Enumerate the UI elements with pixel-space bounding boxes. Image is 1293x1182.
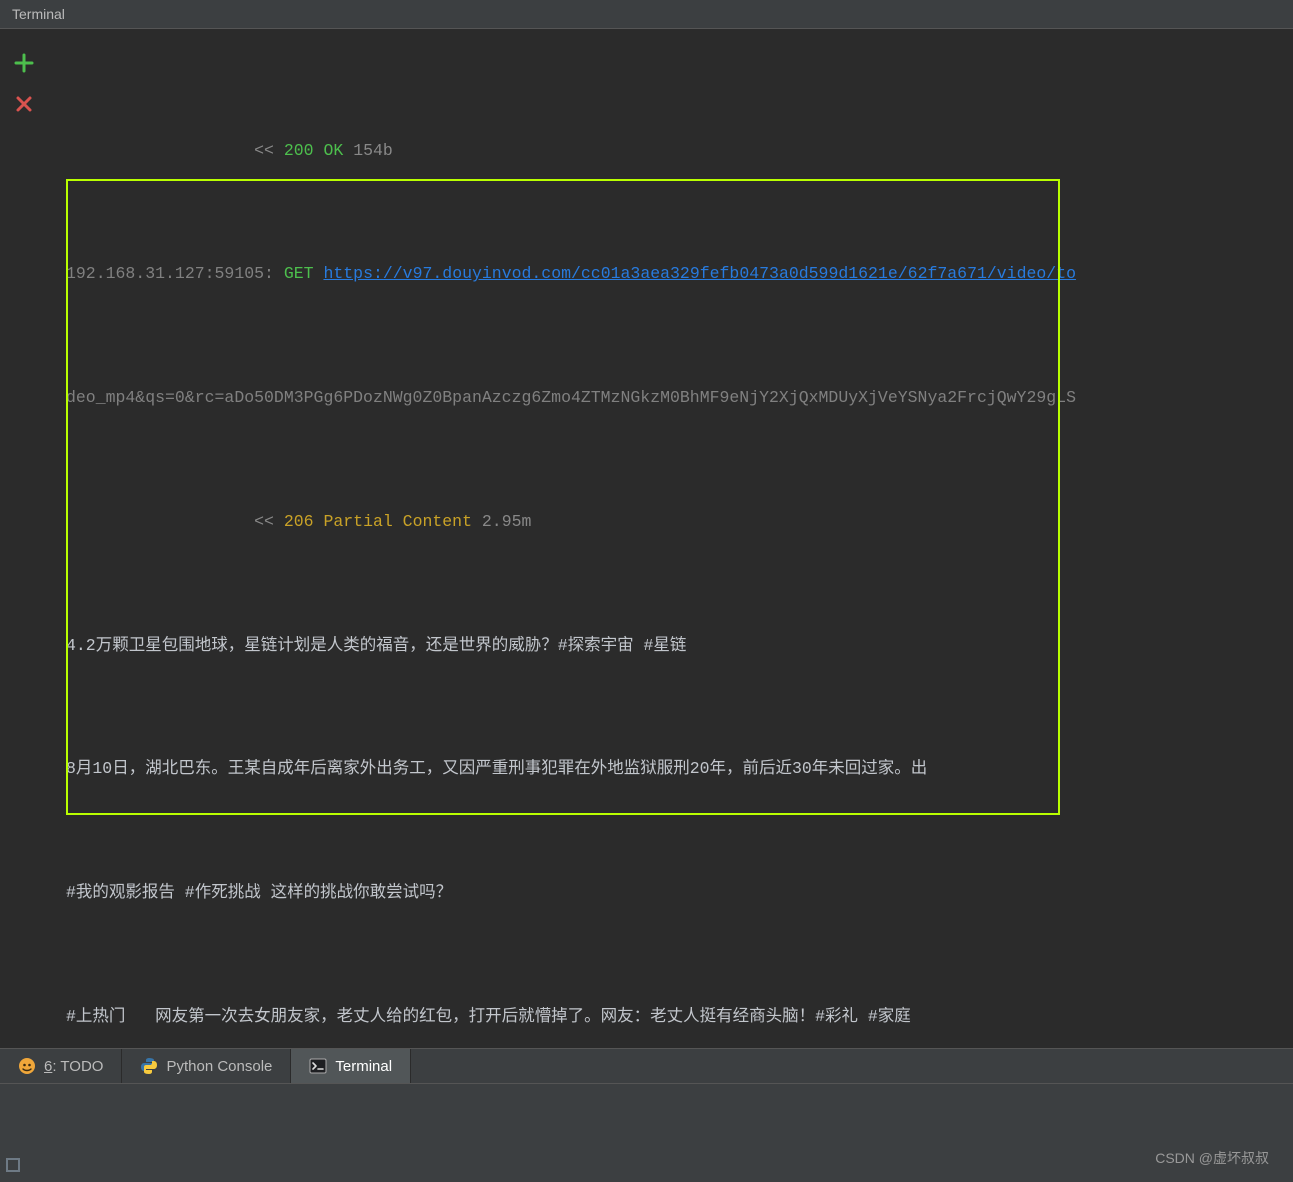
terminal-title-bar: Terminal [0, 0, 1293, 29]
request-continuation: deo_mp4&qs=0&rc=aDo50DM3PGg6PDozNWg0Z0Bp… [66, 377, 1293, 418]
request-url[interactable]: https://v97.douyinvod.com/cc01a3aea329fe… [323, 264, 1076, 283]
tab-todo[interactable]: 6: TODO [0, 1049, 122, 1083]
main-area: << 200 OK 154b 192.168.31.127:59105: GET… [0, 29, 1293, 1048]
request-line: 192.168.31.127:59105: GET https://v97.do… [66, 253, 1293, 294]
todo-icon [18, 1057, 36, 1075]
gutter [0, 29, 48, 1048]
terminal-icon [309, 1057, 327, 1075]
tool-window-tabs: 6: TODO Python Console Terminal [0, 1048, 1293, 1083]
output-line: 4.2万颗卫星包围地球，星链计划是人类的福音，还是世界的威胁？#探索宇宙 #星链 [66, 625, 1293, 666]
python-icon [140, 1057, 158, 1075]
terminal-output[interactable]: << 200 OK 154b 192.168.31.127:59105: GET… [48, 29, 1293, 1048]
tab-terminal-label: Terminal [335, 1058, 392, 1075]
output-line: #我的观影报告 #作死挑战 这样的挑战你敢尝试吗？ [66, 872, 1293, 913]
corner-icon [6, 1158, 20, 1172]
tab-todo-label: 6: TODO [44, 1058, 103, 1075]
add-icon[interactable] [14, 53, 34, 73]
response-line: << 206 Partial Content 2.95m [66, 501, 1293, 542]
close-icon[interactable] [15, 95, 33, 113]
tab-python-label: Python Console [166, 1058, 272, 1075]
tab-python-console[interactable]: Python Console [122, 1049, 291, 1083]
title-text: Terminal [12, 6, 65, 22]
status-bar: CSDN @虚坏叔叔 [0, 1083, 1293, 1182]
response-line: << 200 OK 154b [66, 130, 1293, 171]
output-line: 8月10日，湖北巴东。王某自成年后离家外出务工，又因严重刑事犯罪在外地监狱服刑2… [66, 748, 1293, 789]
watermark-text: CSDN @虚坏叔叔 [1155, 1148, 1269, 1168]
tab-terminal[interactable]: Terminal [291, 1049, 411, 1083]
output-line: #上热门 网友第一次去女朋友家，老丈人给的红包，打开后就懵掉了。网友：老丈人挺有… [66, 996, 1293, 1037]
